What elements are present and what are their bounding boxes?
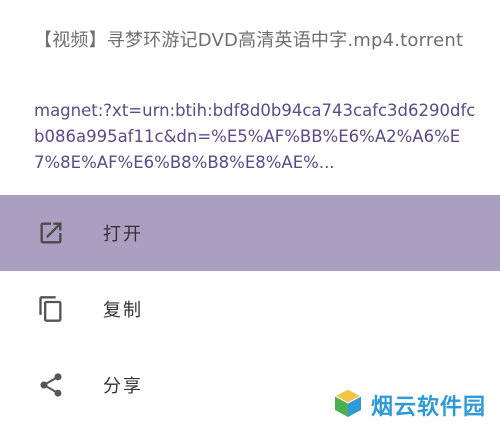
open-label: 打开 <box>103 224 143 245</box>
file-name: 【视频】寻梦环游记DVD高清英语中字.mp4.torrent <box>34 30 464 51</box>
watermark: 烟云软件园 <box>331 386 486 424</box>
open-in-new-icon <box>37 219 65 247</box>
copy-icon <box>37 295 65 323</box>
copy-action[interactable]: 复制 <box>0 271 500 347</box>
magnet-link[interactable]: magnet:?xt=urn:btih:bdf8d0b94ca743cafc3d… <box>34 98 482 176</box>
watermark-text: 烟云软件园 <box>370 395 486 420</box>
share-label: 分享 <box>103 376 143 397</box>
share-icon <box>37 371 65 399</box>
open-action[interactable]: 打开 <box>0 195 500 271</box>
cube-logo <box>331 386 365 424</box>
action-sheet: 【视频】寻梦环游记DVD高清英语中字.mp4.torrent magnet:?x… <box>0 0 500 434</box>
copy-label: 复制 <box>103 300 143 321</box>
